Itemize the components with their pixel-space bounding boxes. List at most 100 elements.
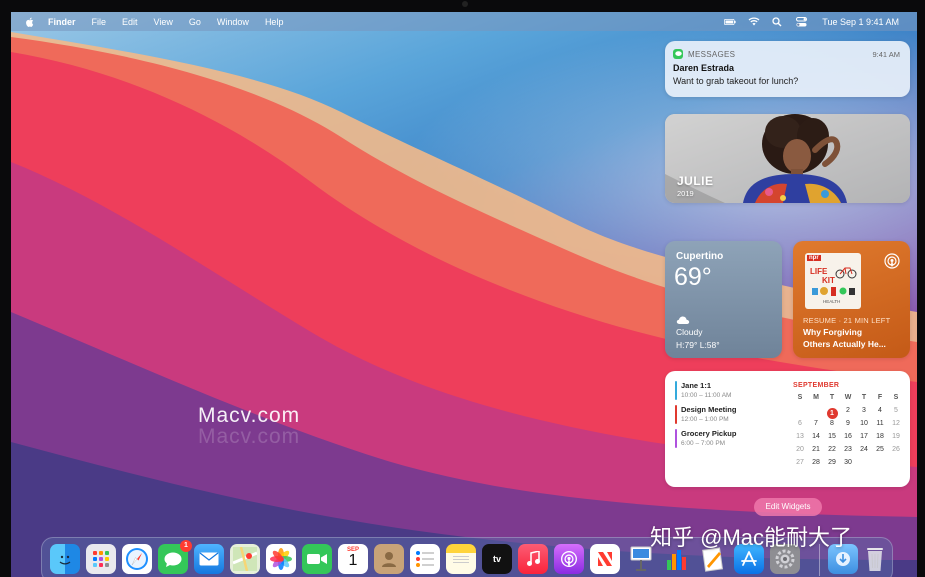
calendar-icon-day: 1 [348,552,358,569]
calendar-day[interactable]: 21 [808,446,824,459]
calendar-event[interactable]: Jane 1:1 10:00 – 11:00 AM [675,381,783,400]
safari-icon[interactable] [122,544,152,574]
mail-icon[interactable] [194,544,224,574]
watermark-reflection: Macv.com [198,425,301,448]
calendar-day[interactable]: 18 [872,433,888,446]
calendar-day[interactable]: 28 [808,459,824,472]
event-time: 12:00 – 1:00 PM [681,416,729,423]
calendar-day[interactable]: 15 [824,433,840,446]
calendar-day[interactable]: 5 [888,407,904,420]
zhihu-watermark: 知乎 @Mac能耐大了 [650,525,853,550]
podcast-episode-title-line2: Others Actually He... [803,339,886,349]
calendar-day[interactable]: 20 [792,446,808,459]
event-time: 6:00 – 7:00 PM [681,440,726,447]
calendar-day[interactable]: 7 [808,420,824,433]
facetime-icon[interactable] [302,544,332,574]
calendar-day[interactable]: 16 [840,433,856,446]
menu-app-finder[interactable]: Finder [40,17,84,27]
calendar-day[interactable]: 14 [808,433,824,446]
calendar-weekday: S [893,394,899,401]
finder-icon[interactable] [50,544,80,574]
weather-widget[interactable]: Cupertino 69° Cloudy H:79° L:58° [665,241,782,358]
podcast-art-title: LIFE KIT [810,267,835,285]
calendar-event[interactable]: Design Meeting 12:00 – 1:00 PM [675,405,783,424]
calendar-day[interactable]: 27 [792,459,808,472]
calendar-day[interactable]: 9 [840,420,856,433]
calendar-day[interactable]: 4 [872,407,888,420]
calendar-day[interactable]: 8 [824,420,840,433]
weather-city: Cupertino [676,251,724,262]
menu-file[interactable]: File [84,17,115,27]
calendar-day[interactable]: 1 [824,407,840,420]
menu-clock[interactable]: Tue Sep 1 9:41 AM [814,17,907,27]
event-color-bar [675,381,677,400]
battery-icon[interactable] [718,17,742,27]
calendar-month-grid: S M T W T F S 1 2 3 4 5 6 7 8 9 10 11 12 13 14 15 16 17 18 19 20 21… [792,394,904,472]
podcasts-icon[interactable] [554,544,584,574]
apple-icon[interactable] [25,17,34,27]
menu-help[interactable]: Help [257,17,292,27]
menu-window[interactable]: Window [209,17,257,27]
control-center-icon[interactable] [790,16,814,27]
calendar-event[interactable]: Grocery Pickup 6:00 – 7:00 PM [675,429,783,448]
notes-icon[interactable] [446,544,476,574]
messages-notification[interactable]: MESSAGES 9:41 AM Daren Estrada Want to g… [665,41,910,97]
calendar-day[interactable]: 13 [792,433,808,446]
photo-caption-name: JULIE [677,174,714,188]
calendar-day[interactable]: 11 [872,420,888,433]
menu-edit[interactable]: Edit [114,17,146,27]
calendar-day[interactable]: 24 [856,446,872,459]
trash-icon[interactable] [860,544,890,574]
calendar-day[interactable]: 22 [824,446,840,459]
reminders-icon[interactable] [410,544,440,574]
calendar-day[interactable]: 3 [856,407,872,420]
menu-go[interactable]: Go [181,17,209,27]
news-icon[interactable] [590,544,620,574]
calendar-day[interactable]: 10 [856,420,872,433]
messages-icon[interactable]: 1 [158,540,192,574]
calendar-day[interactable]: 23 [840,446,856,459]
photos-widget[interactable]: JULIE 2019 [665,114,910,203]
apple-tv-icon[interactable]: tv [482,544,512,574]
calendar-day[interactable]: 17 [856,433,872,446]
maps-icon[interactable] [230,544,260,574]
messages-badge: 1 [180,540,192,552]
event-title: Grocery Pickup [681,429,737,438]
launchpad-icon[interactable] [86,544,116,574]
calendar-day [792,407,808,420]
calendar-day[interactable]: 29 [824,459,840,472]
podcast-episode-title-line1: Why Forgiving [803,327,863,337]
contacts-icon[interactable] [374,544,404,574]
event-color-bar [675,429,677,448]
calendar-day[interactable]: 12 [888,420,904,433]
wifi-icon[interactable] [742,17,766,27]
notification-message: Want to grab takeout for lunch? [673,76,799,86]
photos-icon[interactable] [266,544,296,574]
menu-view[interactable]: View [146,17,181,27]
calendar-day [856,459,872,472]
music-icon[interactable] [518,544,548,574]
calendar-icon[interactable]: SEP 1 [338,544,368,574]
podcast-resume-status: RESUME · 21 MIN LEFT [803,316,891,325]
calendar-day[interactable]: 6 [792,420,808,433]
event-time: 10:00 – 11:00 AM [681,392,732,399]
event-title: Jane 1:1 [681,381,712,390]
calendar-day[interactable]: 26 [888,446,904,459]
notification-sender: Daren Estrada [673,63,735,73]
weather-condition: Cloudy [676,327,703,337]
podcast-art-brand: npr [807,255,821,261]
calendar-day[interactable]: 2 [840,407,856,420]
podcasts-widget[interactable]: npr LIFE KIT HEALTH RESUME · 21 MIN LEFT… [793,241,910,358]
calendar-day[interactable]: 25 [872,446,888,459]
calendar-weekday: M [813,394,819,401]
calendar-today[interactable]: 1 [826,408,838,419]
calendar-events: Jane 1:1 10:00 – 11:00 AM Design Meeting… [675,381,783,453]
spotlight-icon[interactable] [766,16,790,27]
calendar-day[interactable]: 19 [888,433,904,446]
notification-app-name: MESSAGES [688,49,736,59]
edit-widgets-button[interactable]: Edit Widgets [754,498,822,516]
podcasts-app-icon [884,253,900,269]
calendar-widget[interactable]: Jane 1:1 10:00 – 11:00 AM Design Meeting… [665,371,910,487]
calendar-day[interactable]: 30 [840,459,856,472]
portrait-photo [665,114,910,203]
